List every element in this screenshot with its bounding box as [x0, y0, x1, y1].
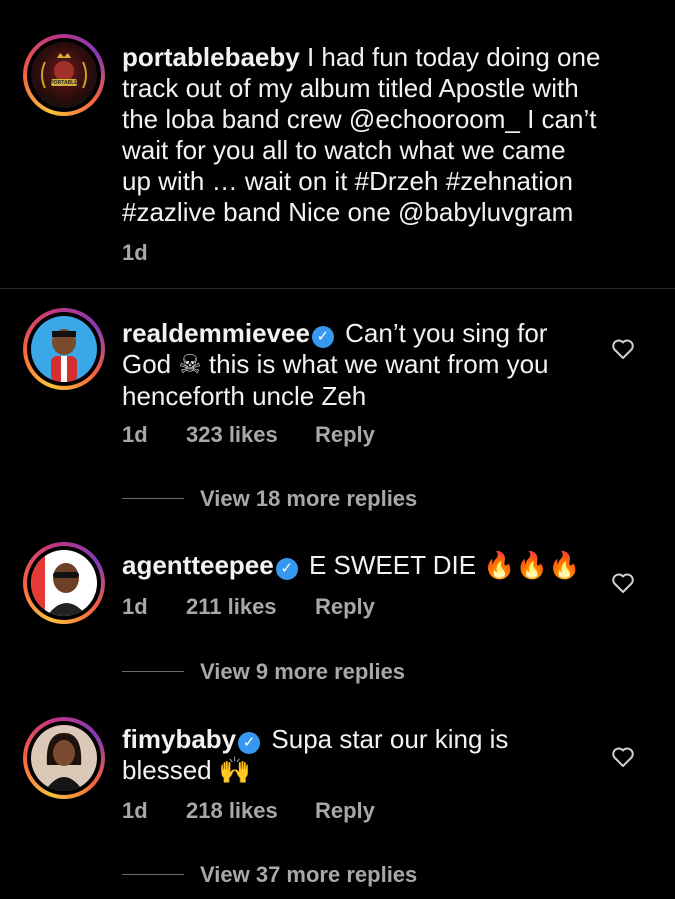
caption-line: track out of my album titled Apostle wit… [122, 73, 579, 103]
person-avatar-icon [45, 733, 83, 791]
comment-text: realdemmievee ✓ Can’t you sing for God ☠ … [122, 318, 549, 412]
caption-avatar[interactable]: PORTABLE [23, 34, 105, 116]
verified-badge-icon: ✓ [238, 732, 261, 754]
skull-crossbones-icon: ☠ [178, 350, 202, 380]
verified-badge-icon: ✓ [275, 558, 298, 580]
fire-emoji-icon: 🔥🔥🔥 [483, 551, 581, 581]
view-replies-label: View 18 more replies [200, 486, 418, 511]
comment-line: blessed [122, 755, 219, 785]
comment-text: agentteepee ✓ E SWEET DIE 🔥🔥🔥 [122, 550, 580, 582]
comment-line: henceforth uncle Zeh [122, 381, 367, 411]
divider [0, 288, 675, 289]
comment-username[interactable]: realdemmievee [122, 318, 310, 348]
comment-text: fimybaby ✓ Supa star our king is blessed … [122, 724, 508, 787]
comment-line: God [122, 349, 172, 379]
person-avatar-icon [31, 550, 87, 616]
raising-hands-emoji-icon: 🙌 [218, 756, 252, 786]
comment-likes[interactable]: 211 likes [186, 594, 277, 620]
cartoon-avatar-icon [51, 329, 77, 382]
comment-username[interactable]: agentteepee [122, 550, 274, 580]
caption-line: up with … wait on it #Drzeh #zehnation [122, 166, 573, 196]
view-replies-button[interactable]: View 9 more replies [122, 659, 405, 685]
reply-button[interactable]: Reply [315, 594, 375, 620]
reply-button[interactable]: Reply [315, 422, 375, 448]
heart-outline-icon[interactable] [611, 337, 635, 361]
caption-username[interactable]: portablebaeby [122, 42, 300, 72]
caption-line: I had fun today doing one [299, 42, 601, 72]
avatar-image [31, 550, 97, 616]
verified-badge-icon: ✓ [311, 326, 334, 348]
view-replies-label: View 9 more replies [200, 659, 406, 684]
replies-line [122, 874, 184, 875]
comment-time: 1d [122, 594, 148, 619]
comment-line: Can’t you sing for [345, 318, 548, 348]
comment-username[interactable]: fimybaby [122, 724, 236, 754]
caption-line: the loba band crew @echooroom_ I can’t [122, 104, 597, 134]
comment-line: this is what we want from you [201, 349, 549, 379]
replies-line [122, 498, 184, 499]
view-replies-button[interactable]: View 37 more replies [122, 862, 417, 888]
caption-text: portablebaeby I had fun today doing one … [122, 42, 600, 228]
avatar-logo-text: PORTABLE [50, 80, 78, 86]
view-replies-button[interactable]: View 18 more replies [122, 486, 417, 512]
comment-avatar[interactable] [23, 308, 105, 390]
comment-time: 1d [122, 798, 148, 823]
comment-avatar[interactable] [23, 717, 105, 799]
comment-likes[interactable]: 323 likes [186, 422, 278, 448]
reply-button[interactable]: Reply [315, 798, 375, 824]
comment-avatar[interactable] [23, 542, 105, 624]
heart-outline-icon[interactable] [611, 745, 635, 769]
view-replies-label: View 37 more replies [200, 862, 418, 887]
caption-time: 1d [122, 240, 148, 265]
comment-line: E SWEET DIE [308, 550, 484, 580]
comment-line: Supa star our king is [271, 724, 509, 754]
heart-outline-icon[interactable] [611, 571, 635, 595]
caption-line: #zazlive band Nice one @babyluvgram [122, 197, 574, 227]
post-caption: PORTABLE portablebaeby I had fun today d… [0, 0, 675, 288]
comment-likes[interactable]: 218 likes [186, 798, 278, 824]
replies-line [122, 671, 184, 672]
crest-icon [41, 53, 87, 89]
caption-line: wait for you all to watch what we came [122, 135, 566, 165]
avatar-image [31, 316, 97, 382]
comment-time: 1d [122, 422, 148, 447]
avatar-image [31, 725, 97, 791]
avatar-image: PORTABLE [31, 42, 97, 108]
